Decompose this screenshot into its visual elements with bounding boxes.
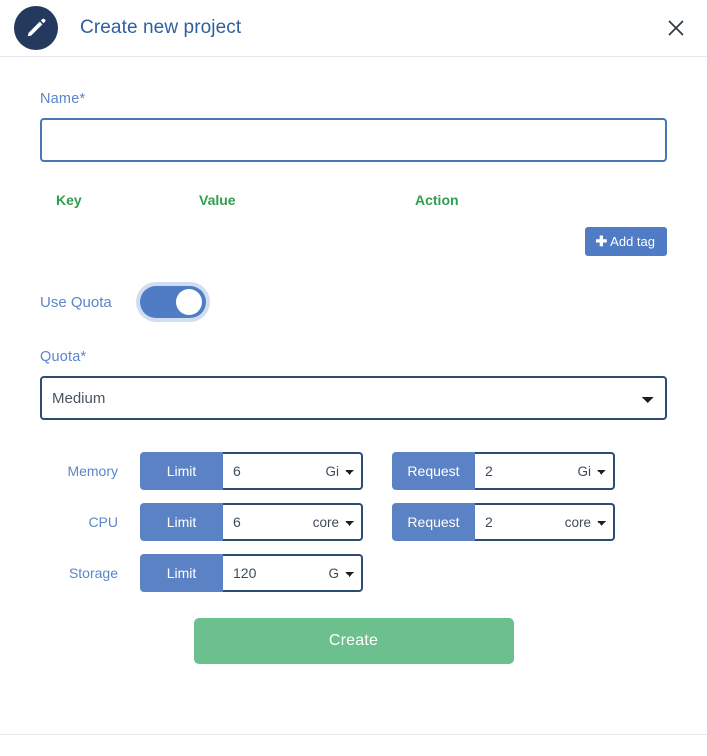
memory-limit-field: Gi <box>223 452 363 490</box>
page-title: Create new project <box>80 17 242 38</box>
storage-limit-prefix[interactable]: Limit <box>140 554 223 592</box>
cpu-request-input[interactable] <box>475 505 533 539</box>
memory-request-prefix[interactable]: Request <box>392 452 475 490</box>
submit-row: Create <box>40 618 667 664</box>
memory-limit-group: Limit Gi <box>140 452 363 490</box>
quota-select[interactable]: Medium <box>40 376 667 420</box>
name-field-group: Name* <box>40 91 667 162</box>
cpu-limit-unit-select[interactable]: core <box>281 505 355 539</box>
cpu-limit-prefix[interactable]: Limit <box>140 503 223 541</box>
tag-column-action: Action <box>415 192 459 208</box>
memory-request-unit-select[interactable]: Gi <box>533 454 607 488</box>
use-quota-toggle[interactable] <box>140 286 206 318</box>
cpu-limit-group: Limit core <box>140 503 363 541</box>
storage-limit-unit-select[interactable]: G <box>281 556 355 590</box>
storage-limit-input[interactable] <box>223 556 281 590</box>
cpu-limit-input[interactable] <box>223 505 281 539</box>
memory-limit-prefix[interactable]: Limit <box>140 452 223 490</box>
memory-limit-unit-select[interactable]: Gi <box>281 454 355 488</box>
resource-row-storage: Storage Limit G <box>40 554 667 592</box>
add-tag-button[interactable]: ✚ Add tag <box>585 227 667 256</box>
create-button[interactable]: Create <box>193 618 514 664</box>
tag-column-value: Value <box>199 192 236 208</box>
cpu-request-prefix[interactable]: Request <box>392 503 475 541</box>
modal-body: Name* Key Value Action ✚ Add tag Use Quo… <box>0 57 707 664</box>
cpu-request-group: Request core <box>392 503 615 541</box>
quota-field-group: Quota* Medium <box>40 349 667 420</box>
resource-list: Memory Limit Gi Request Gi <box>40 452 667 592</box>
name-label: Name* <box>40 91 86 107</box>
tag-table-actions: ✚ Add tag <box>40 227 667 256</box>
memory-request-group: Request Gi <box>392 452 615 490</box>
name-input[interactable] <box>40 118 667 162</box>
pencil-icon <box>14 6 58 50</box>
toggle-knob <box>176 289 202 315</box>
plus-icon: ✚ <box>595 233 608 249</box>
cpu-request-field: core <box>475 503 615 541</box>
memory-request-field: Gi <box>475 452 615 490</box>
modal-footer-divider <box>0 734 707 736</box>
storage-limit-group: Limit G <box>140 554 363 592</box>
use-quota-row: Use Quota <box>40 286 667 318</box>
tag-table-header-row: Key Value Action <box>40 192 667 208</box>
use-quota-label: Use Quota <box>40 293 112 311</box>
resource-row-memory: Memory Limit Gi Request Gi <box>40 452 667 490</box>
cpu-request-unit-select[interactable]: core <box>533 505 607 539</box>
memory-limit-input[interactable] <box>223 454 281 488</box>
close-icon[interactable] <box>663 15 689 41</box>
cpu-limit-field: core <box>223 503 363 541</box>
tag-column-key: Key <box>56 192 82 208</box>
resource-label-cpu: CPU <box>88 514 118 530</box>
add-tag-label: Add tag <box>610 233 655 249</box>
resource-label-storage: Storage <box>68 565 118 581</box>
resource-row-cpu: CPU Limit core Request core <box>40 503 667 541</box>
quota-label: Quota* <box>40 349 87 365</box>
resource-label-memory: Memory <box>67 463 118 479</box>
storage-limit-field: G <box>223 554 363 592</box>
modal-header: Create new project <box>0 0 707 57</box>
memory-request-input[interactable] <box>475 454 533 488</box>
tag-table: Key Value Action ✚ Add tag <box>40 192 667 256</box>
